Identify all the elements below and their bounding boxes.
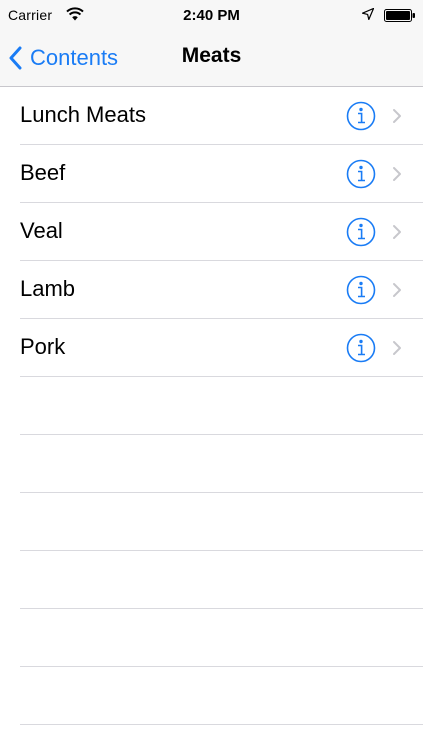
empty-row [20, 667, 423, 725]
location-icon [362, 8, 374, 20]
list-item[interactable]: Lamb [20, 261, 423, 319]
empty-row [20, 377, 423, 435]
list-item-label: Beef [20, 160, 66, 185]
chevron-right-icon [393, 225, 401, 239]
chevron-right-icon [393, 109, 401, 123]
list-item-label: Veal [20, 218, 63, 243]
empty-row [20, 435, 423, 493]
page-title: Meats [181, 44, 242, 67]
chevron-right-icon [393, 167, 401, 181]
list-item-label: Pork [20, 334, 66, 359]
meats-list: Lunch Meats Beef Veal Lamb Pork [0, 87, 423, 725]
list-item[interactable]: Beef [20, 145, 423, 203]
list-item[interactable]: Lunch Meats [20, 87, 423, 145]
list-item[interactable]: Pork [20, 319, 423, 377]
info-icon[interactable] [346, 101, 376, 131]
info-icon[interactable] [346, 159, 376, 189]
info-icon[interactable] [346, 275, 376, 305]
info-icon[interactable] [346, 217, 376, 247]
empty-row [20, 609, 423, 667]
chevron-right-icon [393, 341, 401, 355]
list-item-label: Lamb [20, 276, 76, 301]
empty-row [20, 493, 423, 551]
list-item-label: Lunch Meats [20, 102, 146, 127]
chevron-right-icon [393, 283, 401, 297]
battery-icon [384, 9, 415, 22]
info-icon[interactable] [346, 333, 376, 363]
status-time: 2:40 PM [183, 7, 240, 24]
navigation-bar: Contents Meats [0, 30, 423, 87]
list-item[interactable]: Veal [20, 203, 423, 261]
empty-row [20, 551, 423, 609]
status-bar: Carrier 2:40 PM [0, 0, 423, 30]
